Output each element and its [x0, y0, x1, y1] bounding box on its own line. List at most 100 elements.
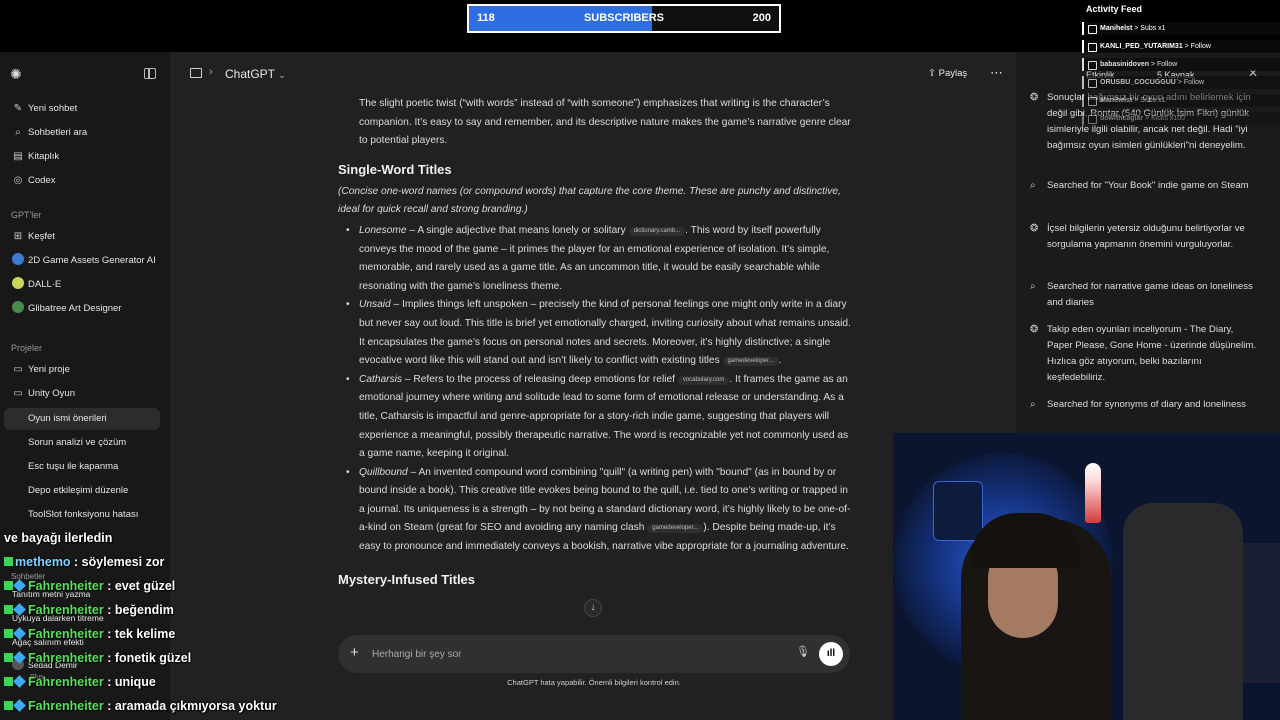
sidebar-item-gpt[interactable]: Glibatree Art Designer: [4, 298, 160, 320]
feed-row: dowithcaglar > Kicks x100: [1082, 112, 1280, 125]
sidebar-item-codex[interactable]: ◎ Codex: [4, 170, 160, 192]
prompt-input[interactable]: [372, 645, 752, 663]
webcam-gaming-chair: [1123, 503, 1243, 720]
subscriber-target: 200: [752, 12, 771, 24]
user-name[interactable]: Sedad Demir: [4, 658, 160, 672]
list-item: Unsaid – Implies things left unspoken – …: [338, 296, 852, 370]
sidebar-item-search[interactable]: ⌕ Sohbetleri ara: [4, 122, 160, 144]
sidebar-item-label: Kitaplık: [28, 151, 60, 162]
sidebar-chat-item[interactable]: Oyun ismi önerileri: [4, 408, 160, 430]
intro-paragraph: The slight poetic twist (“with words” in…: [359, 98, 851, 147]
sidebar-toggle-icon[interactable]: [144, 68, 156, 79]
search-icon: ⌕: [1030, 399, 1036, 410]
gpts-heading: GPT'ler: [11, 210, 42, 220]
citation-chip[interactable]: gamedeveloper...: [647, 524, 704, 534]
sidebar-chat-item[interactable]: Ağaç salınım efekti: [4, 634, 160, 650]
plus-icon[interactable]: +: [350, 644, 359, 661]
sidebar: ✺ ✎ Yeni sohbet ⌕ Sohbetleri ara ▤ Kitaplık…: [0, 52, 170, 720]
citation-chip[interactable]: vocabulary.com: [677, 375, 730, 385]
grid-icon: ⊞: [13, 231, 23, 242]
more-options-icon[interactable]: ⋯: [990, 65, 1004, 81]
list-item: Catharsis – Refers to the process of rel…: [338, 371, 852, 464]
sidebar-chat-item[interactable]: Uykuya dalarken titreme: [4, 610, 160, 626]
sidebar-item-label: Keşfet: [28, 231, 55, 242]
share-icon: ⇪: [928, 68, 936, 79]
sidebar-chat-item[interactable]: Esc tuşu ile kapanma: [4, 456, 160, 478]
webcam-feed: [893, 433, 1280, 720]
activity-item: ⌕ Searched for synonyms of diary and lone…: [1030, 397, 1260, 413]
sidebar-top: ✺: [10, 66, 160, 86]
list-item: Lonesome – A single adjective that means…: [338, 222, 852, 296]
search-icon: ⌕: [15, 127, 21, 138]
gpt-avatar: [12, 301, 24, 313]
disclaimer: ChatGPT hata yapabilir. Önemli bilgileri…: [507, 678, 681, 687]
feed-row: ORUSBU_COCUGGUU > Follow: [1082, 76, 1280, 89]
search-icon: ⌕: [1030, 180, 1036, 191]
waveform-icon: ıll: [826, 648, 836, 659]
sidebar-item-gpt[interactable]: 2D Game Assets Generator AI: [4, 250, 160, 272]
chats-heading: Sohbetler: [11, 572, 46, 581]
sidebar-item-explore[interactable]: ⊞ Keşfet: [4, 226, 160, 248]
arrow-down-icon: ↓: [590, 602, 596, 613]
avatar: [12, 658, 24, 670]
sidebar-item-label: 2D Game Assets Generator AI: [28, 255, 156, 266]
citation-chip[interactable]: dictionary.camb...: [628, 226, 686, 236]
sidebar-item-label: Unity Oyun: [28, 388, 75, 399]
sidebar-item-label: Yeni proje: [28, 364, 70, 375]
webcam-lava-lamp: [1085, 463, 1101, 523]
reasoning-icon: ❂: [1030, 324, 1039, 335]
sidebar-chat-item[interactable]: Tanıtım metni yazma: [4, 586, 160, 602]
prompt-box: + 🎙 ıll: [338, 635, 850, 673]
sidebar-item-label: DALL·E: [28, 279, 62, 290]
sidebar-item-label: Yeni sohbet: [28, 103, 78, 114]
sidebar-item-library[interactable]: ▤ Kitaplık: [4, 146, 160, 168]
reasoning-icon: ❂: [1030, 223, 1039, 234]
main-header: › ChatGPT ⌄ ⇪ Paylaş ⋯: [170, 52, 1016, 98]
section-heading: Mystery-Infused Titles: [338, 571, 476, 587]
search-icon: ⌕: [1030, 281, 1036, 292]
chevron-right-icon: ›: [209, 66, 213, 78]
sidebar-item-label: Sohbetleri ara: [28, 127, 88, 138]
sidebar-item-new-chat[interactable]: ✎ Yeni sohbet: [4, 98, 160, 120]
sidebar-item-gpt[interactable]: DALL·E: [4, 274, 160, 296]
sidebar-item-new-project[interactable]: ▭ Yeni proje: [4, 359, 160, 381]
feed-row: Manihelst > Subs x1: [1082, 22, 1280, 35]
edit-icon: ✎: [13, 103, 23, 114]
library-icon: ▤: [13, 151, 23, 162]
webcam-clock: [933, 481, 983, 541]
sidebar-item-label: Glibatree Art Designer: [28, 303, 122, 314]
folder-plus-icon: ▭: [13, 364, 23, 375]
share-button[interactable]: ⇪ Paylaş: [928, 68, 967, 79]
sidebar-item-label: Codex: [28, 175, 56, 186]
activity-item: ⌕ Searched for "Your Book" indie game on …: [1030, 178, 1260, 194]
activity-feed-overlay: Activity Feed Manihelst > Subs x1 KANLI_…: [1078, 0, 1280, 140]
sidebar-chat-item[interactable]: Depo etkileşimi düzenle: [4, 480, 160, 502]
sidebar-chat-item[interactable]: ToolSlot fonksiyonu hatası: [4, 504, 160, 526]
gpt-avatar: [12, 277, 24, 289]
openai-logo-icon[interactable]: ✺: [10, 66, 22, 83]
feed-row: babasinidoven > Follow: [1082, 58, 1280, 71]
chevron-down-icon: ⌄: [278, 70, 286, 80]
citation-chip[interactable]: gamedeveloper...: [722, 357, 779, 367]
user-plan: Plus: [30, 674, 44, 681]
feed-row: KANLI_PED_YUTARIM31 > Follow: [1082, 40, 1280, 53]
codex-icon: ◎: [13, 175, 23, 186]
model-selector[interactable]: ChatGPT ⌄: [225, 67, 286, 81]
folder-icon: ▭: [13, 388, 23, 399]
projects-heading: Projeler: [11, 343, 43, 353]
scroll-down-button[interactable]: ↓: [584, 599, 602, 617]
feed-row: Manihelst > Subs x1: [1082, 94, 1280, 107]
activity-item: ❂ Takip eden oyunları inceliyorum - The D…: [1030, 324, 1257, 383]
subscriber-goal-bar: 118 SUBSCRIBERS 200: [467, 4, 781, 33]
reasoning-icon: ❂: [1030, 92, 1039, 103]
assistant-message: The slight poetic twist (“with words” in…: [338, 98, 852, 650]
title-list: Lonesome – A single adjective that means…: [338, 222, 852, 557]
microphone-icon[interactable]: 🎙: [796, 645, 810, 658]
activity-item: ❂ İçsel bilgilerin yetersiz olduğunu beli…: [1030, 223, 1245, 250]
folder-icon[interactable]: [190, 68, 202, 78]
voice-mode-button[interactable]: ıll: [819, 642, 843, 666]
sidebar-chat-item[interactable]: Sorun analizi ve çözüm: [4, 432, 160, 454]
sidebar-item-project[interactable]: ▭ Unity Oyun: [4, 383, 160, 405]
gpt-avatar: [12, 253, 24, 265]
section-heading: Single-Word Titles: [338, 161, 452, 177]
